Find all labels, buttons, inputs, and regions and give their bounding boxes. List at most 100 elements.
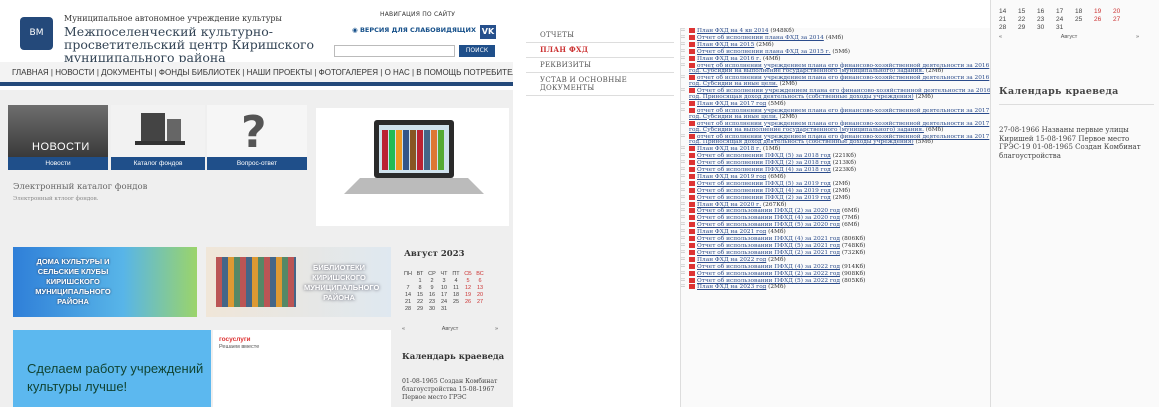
low-vision-link[interactable]: ◉ ВЕРСИЯ ДЛЯ СЛАБОВИДЯЩИХ	[352, 26, 476, 34]
document-link[interactable]: План ФХД на 2019 год	[697, 174, 766, 180]
calendar-day[interactable]: 12	[462, 285, 474, 292]
document-link[interactable]: Отчет об исполнении ПФХД (5) за 2019 год	[697, 181, 831, 187]
site-navigation-link[interactable]: НАВИГАЦИЯ ПО САЙТУ	[380, 11, 455, 18]
document-link[interactable]: Отчет об исполнении ПФХД (5) за 2018 год	[697, 153, 831, 159]
calendar-day[interactable]: 24	[438, 299, 450, 306]
libraries-banner[interactable]: БИБЛИОТЕКИ КИРИШСКОГО МУНИЦИПАЛЬНОГО РАЙ…	[206, 247, 391, 317]
menu-item-reports[interactable]: ОТЧЕТЫ	[526, 28, 674, 43]
calendar-day[interactable]: 27	[474, 299, 486, 306]
news-tile[interactable]: НОВОСТИ Новости	[8, 105, 108, 170]
document-link[interactable]: План ФХД на 2021 год	[697, 229, 766, 235]
calendar-day[interactable]: 19	[462, 292, 474, 299]
document-link[interactable]: План ФХД на 2023 год	[697, 284, 766, 290]
calendar-next[interactable]: »	[1136, 34, 1139, 40]
calendar-day[interactable]: 3	[438, 278, 450, 285]
document-link[interactable]: Отчет об использовании ПФХД (5) за 2020 …	[697, 222, 840, 228]
site-logo[interactable]: ВМ	[20, 17, 53, 50]
calendar-day[interactable]: 22	[414, 299, 426, 306]
document-link[interactable]: отчет об исполнении учреждением плана ег…	[689, 108, 989, 120]
catalog-tile[interactable]: Каталог фондов	[111, 105, 205, 170]
document-link[interactable]: отчет об исполнении учреждением плана ег…	[689, 63, 989, 75]
menu-item-plan-fhd[interactable]: ПЛАН ФХД	[526, 43, 674, 58]
document-link[interactable]: отчет об исполнении учреждением плана ег…	[689, 121, 989, 133]
calendar-day[interactable]: 17	[1056, 8, 1075, 16]
org-name[interactable]: Межпоселенческий культурно-просветительс…	[64, 25, 334, 64]
document-link[interactable]: Отчет об исполнении ПФХД (4) за 2018 год	[697, 167, 831, 173]
calendar-day[interactable]: 16	[426, 292, 438, 299]
calendar-day[interactable]: 15	[1018, 8, 1037, 16]
main-nav-links[interactable]: ГЛАВНАЯ | НОВОСТИ | ДОКУМЕНТЫ | ФОНДЫ БИ…	[12, 68, 513, 77]
culture-houses-banner[interactable]: ДОМА КУЛЬТУРЫ И СЕЛЬСКИЕ КЛУБЫ КИРИШСКОГ…	[13, 247, 197, 317]
calendar-day[interactable]: 30	[426, 306, 438, 313]
document-link[interactable]: План ФХД на 2015	[697, 42, 754, 48]
document-link[interactable]: План ФХД на 2020 г.	[697, 202, 761, 208]
gosuslugi-logo-block[interactable]: госуслуги Решаем вместе	[213, 330, 391, 407]
calendar-day[interactable]: 31	[1056, 24, 1075, 32]
calendar-day[interactable]: 16	[1037, 8, 1056, 16]
calendar-day[interactable]: 2	[426, 278, 438, 285]
document-link[interactable]: План ФХД на 2016 г.	[697, 56, 761, 62]
calendar-next[interactable]: »	[495, 326, 498, 332]
document-link[interactable]: План ФХД на 2018 г.	[697, 146, 761, 152]
catalog-title[interactable]: Электронный каталог фондов	[13, 182, 147, 192]
calendar-day[interactable]: 31	[438, 306, 450, 313]
calendar-day[interactable]: 26	[462, 299, 474, 306]
calendar-day[interactable]: 23	[1037, 16, 1056, 24]
document-link[interactable]: План ФХД на 2017 год	[697, 101, 766, 107]
calendar-day[interactable]: 6	[474, 278, 486, 285]
calendar-day[interactable]: 4	[450, 278, 462, 285]
calendar-day[interactable]: 29	[414, 306, 426, 313]
calendar-day[interactable]: 26	[1094, 16, 1113, 24]
calendar-day[interactable]: 10	[438, 285, 450, 292]
document-link[interactable]: Отчет об исполнении ПФХД (4) за 2019 год	[697, 188, 831, 194]
calendar-day[interactable]: 23	[426, 299, 438, 306]
document-link[interactable]: Отчет об исполнении учреждением плана ег…	[689, 88, 991, 100]
calendar-day[interactable]: 19	[1094, 8, 1113, 16]
calendar-day[interactable]: 15	[414, 292, 426, 299]
document-link[interactable]: Отчет об использовании ПФХД (5) за 2022 …	[697, 278, 840, 284]
calendar-day[interactable]: 17	[438, 292, 450, 299]
calendar-day[interactable]: 29	[1018, 24, 1037, 32]
document-link[interactable]: Отчет об использовании ПФХД (4) за 2022 …	[697, 264, 840, 270]
calendar-day[interactable]: 9	[426, 285, 438, 292]
document-link[interactable]: Отчет об использовании ПФХД (4) за 2021 …	[697, 236, 840, 242]
document-link[interactable]: Отчет об использовании ПФХД (2) за 2022 …	[697, 271, 840, 277]
calendar-day[interactable]: 30	[1037, 24, 1056, 32]
menu-item-charter[interactable]: УСТАВ И ОСНОВНЫЕ ДОКУМЕНТЫ	[526, 73, 674, 96]
calendar-day[interactable]: 11	[450, 285, 462, 292]
calendar-day[interactable]: 20	[1113, 8, 1132, 16]
document-link[interactable]: Отчет об использовании ПФХД (4) за 2020 …	[697, 215, 840, 221]
laptop-books-image[interactable]	[316, 108, 509, 226]
calendar-day[interactable]: 22	[1018, 16, 1037, 24]
calendar-day[interactable]: 18	[450, 292, 462, 299]
document-link[interactable]: Отчет об использовании ПФХД (2) за 2020 …	[697, 208, 840, 215]
calendar-day[interactable]: 24	[1056, 16, 1075, 24]
calendar-day[interactable]: 25	[1075, 16, 1094, 24]
calendar-day[interactable]: 14	[999, 8, 1018, 16]
calendar-day[interactable]: 14	[402, 292, 414, 299]
faq-tile[interactable]: ? Вопрос-ответ	[207, 105, 307, 170]
gosuslugi-banner[interactable]: Сделаем работу учреждений культуры лучше…	[13, 330, 211, 407]
calendar-day[interactable]: 21	[999, 16, 1018, 24]
calendar-day[interactable]: 28	[402, 306, 414, 313]
search-input[interactable]	[334, 45, 455, 57]
document-link[interactable]: Отчет об исполнении ПФХД (2) за 2019 год	[697, 195, 831, 201]
menu-item-requisites[interactable]: РЕКВИЗИТЫ	[526, 58, 674, 73]
document-link[interactable]: Отчет об исполнении плана ФХД за 2015 г.	[697, 49, 831, 55]
calendar-day[interactable]: 18	[1075, 8, 1094, 16]
document-link[interactable]: Отчет об использовании ПФХД (5) за 2021 …	[697, 243, 840, 249]
search-button[interactable]: ПОИСК	[459, 45, 495, 57]
calendar-day[interactable]: 13	[474, 285, 486, 292]
document-link[interactable]: Отчет об использовании ПФХД (2) за 2021 …	[697, 250, 840, 256]
calendar-day[interactable]: 8	[414, 285, 426, 292]
calendar-day[interactable]: 25	[450, 299, 462, 306]
document-link[interactable]: отчет об исполнении учреждением плана ег…	[689, 75, 989, 87]
calendar-day[interactable]: 21	[402, 299, 414, 306]
document-link[interactable]: План ФХД на 4 кв 2014	[697, 28, 769, 34]
calendar-day[interactable]: 7	[402, 285, 414, 292]
calendar-day[interactable]: 1	[414, 278, 426, 285]
calendar-prev[interactable]: «	[999, 34, 1002, 40]
calendar-day[interactable]: 28	[999, 24, 1018, 32]
calendar-prev[interactable]: «	[402, 326, 405, 332]
vk-icon[interactable]: VK	[480, 25, 496, 39]
